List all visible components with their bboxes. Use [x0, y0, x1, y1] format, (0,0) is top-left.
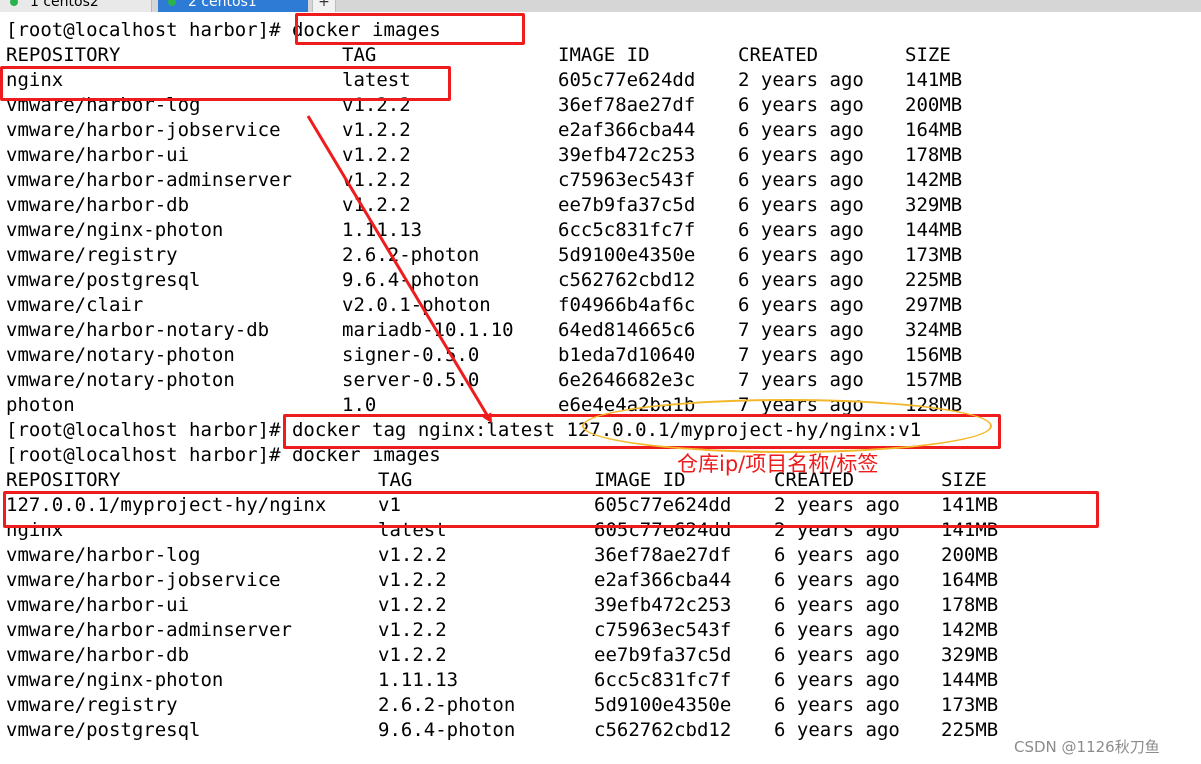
watermark: CSDN @1126秋刀鱼: [1014, 738, 1160, 756]
annotation-arrow: [306, 115, 493, 424]
annotation-note: 仓库ip/项目名称/标签: [677, 452, 879, 476]
